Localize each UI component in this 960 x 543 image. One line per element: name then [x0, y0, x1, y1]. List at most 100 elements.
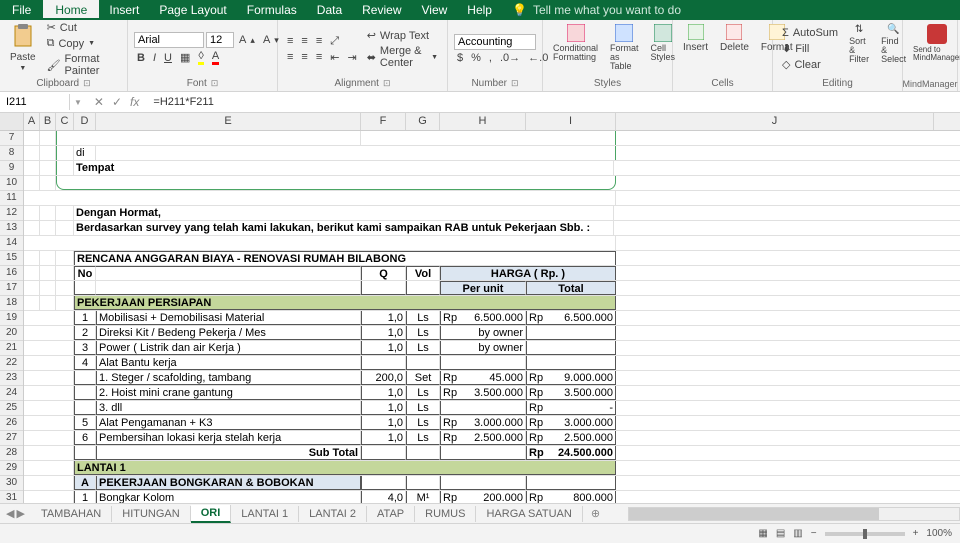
- align-center-button[interactable]: ≡: [298, 50, 310, 64]
- cell[interactable]: Ls: [406, 341, 440, 355]
- underline-button[interactable]: U: [161, 51, 175, 65]
- tab-review[interactable]: Review: [352, 0, 411, 20]
- increase-font-button[interactable]: A▴: [236, 33, 258, 47]
- fill-color-button[interactable]: ◊: [195, 49, 206, 66]
- font-color-button[interactable]: A: [209, 49, 222, 66]
- increase-indent-button[interactable]: ⇥: [344, 50, 359, 65]
- row-header[interactable]: 21: [0, 341, 23, 356]
- row-header[interactable]: 10: [0, 176, 23, 191]
- cell[interactable]: PEKERJAAN PERSIAPAN: [74, 296, 616, 310]
- view-page-layout-button[interactable]: ▤: [776, 528, 785, 539]
- launcher-icon[interactable]: ⊡: [211, 78, 219, 89]
- cell[interactable]: 4: [74, 356, 96, 370]
- orientation-button[interactable]: ⤢: [327, 34, 342, 49]
- sheet-tab[interactable]: TAMBAHAN: [31, 506, 112, 522]
- row-header[interactable]: 19: [0, 311, 23, 326]
- cut-button[interactable]: ✂Cut: [44, 20, 121, 35]
- cell[interactable]: Ls: [406, 401, 440, 415]
- th-vol[interactable]: Vol: [406, 266, 440, 280]
- col-header[interactable]: C: [56, 113, 74, 130]
- col-header[interactable]: J: [616, 113, 934, 130]
- cell[interactable]: 1,0: [361, 326, 406, 340]
- sheet-nav-next[interactable]: ▶: [16, 507, 24, 520]
- cell[interactable]: Dengan Hormat,: [74, 206, 614, 220]
- conditional-formatting-button[interactable]: Conditional Formatting: [549, 22, 602, 76]
- cell[interactable]: 1,0: [361, 401, 406, 415]
- row-header[interactable]: 7: [0, 131, 23, 146]
- row-header[interactable]: 31: [0, 491, 23, 503]
- col-header[interactable]: I: [526, 113, 616, 130]
- row-header[interactable]: 24: [0, 386, 23, 401]
- sheet-tab-active[interactable]: ORI: [191, 505, 232, 523]
- col-header[interactable]: A: [24, 113, 40, 130]
- cell[interactable]: di: [74, 146, 96, 160]
- cell[interactable]: by owner: [440, 326, 526, 340]
- cell[interactable]: M¹: [406, 491, 440, 503]
- tab-view[interactable]: View: [412, 0, 458, 20]
- cell[interactable]: Alat Pengamanan + K3: [96, 416, 361, 430]
- cell[interactable]: Bongkar Kolom: [96, 491, 361, 503]
- col-header[interactable]: G: [406, 113, 440, 130]
- row-header[interactable]: 26: [0, 416, 23, 431]
- row-header[interactable]: 17: [0, 281, 23, 296]
- row-header[interactable]: 22: [0, 356, 23, 371]
- fill-button[interactable]: ⬇Fill: [779, 41, 841, 56]
- number-format-select[interactable]: [454, 34, 536, 50]
- view-normal-button[interactable]: ▦: [758, 528, 767, 539]
- send-to-mindmanager-button[interactable]: Send to MindManager: [909, 22, 960, 76]
- align-bottom-button[interactable]: ≡: [313, 34, 325, 48]
- cell[interactable]: 1. Steger / scafolding, tambang: [96, 371, 361, 385]
- accounting-format-button[interactable]: $: [454, 51, 466, 65]
- align-right-button[interactable]: ≡: [313, 50, 325, 64]
- cell[interactable]: RENCANA ANGGARAN BIAYA - RENOVASI RUMAH …: [74, 251, 616, 265]
- border-button[interactable]: ▦: [177, 50, 193, 65]
- tab-page-layout[interactable]: Page Layout: [149, 0, 236, 20]
- tab-data[interactable]: Data: [307, 0, 352, 20]
- row-header[interactable]: 23: [0, 371, 23, 386]
- tab-home[interactable]: Home: [43, 0, 99, 20]
- row-header[interactable]: 8: [0, 146, 23, 161]
- font-name-select[interactable]: [134, 32, 204, 48]
- cell[interactable]: Direksi Kit / Bedeng Pekerja / Mes: [96, 326, 361, 340]
- row-header[interactable]: 16: [0, 266, 23, 281]
- cell[interactable]: Sub Total: [96, 446, 361, 460]
- namebox-dropdown[interactable]: ▼: [70, 98, 86, 107]
- italic-button[interactable]: I: [150, 51, 159, 65]
- row-header[interactable]: 25: [0, 401, 23, 416]
- align-left-button[interactable]: ≡: [284, 50, 296, 64]
- cell[interactable]: Set: [406, 371, 440, 385]
- row-header[interactable]: 15: [0, 251, 23, 266]
- cell[interactable]: Pembersihan lokasi kerja stelah kerja: [96, 431, 361, 445]
- row-header[interactable]: 14: [0, 236, 23, 251]
- cell[interactable]: 2. Hoist mini crane gantung: [96, 386, 361, 400]
- zoom-slider[interactable]: [825, 532, 905, 536]
- cell[interactable]: A: [74, 476, 96, 490]
- cells-area[interactable]: di Tempat Dengan Hormat, Berdasarkan sur…: [24, 131, 960, 503]
- th-total[interactable]: Total: [526, 281, 616, 295]
- merge-center-button[interactable]: ⬌Merge & Center▼: [364, 44, 441, 70]
- select-all-corner[interactable]: [0, 113, 24, 130]
- zoom-level[interactable]: 100%: [926, 528, 952, 539]
- cell[interactable]: Berdasarkan survey yang telah kami lakuk…: [74, 221, 614, 235]
- tab-formulas[interactable]: Formulas: [237, 0, 307, 20]
- sheet-tab[interactable]: RUMUS: [415, 506, 476, 522]
- cell[interactable]: Ls: [406, 386, 440, 400]
- spreadsheet-grid[interactable]: 7 8 9 10 11 12 13 14 15 16 17 18 19 20 2…: [0, 131, 960, 503]
- format-as-table-button[interactable]: Format as Table: [606, 22, 643, 76]
- decrease-indent-button[interactable]: ⇤: [327, 50, 342, 65]
- th-q[interactable]: Q: [361, 266, 406, 280]
- th-harga[interactable]: HARGA ( Rp. ): [440, 266, 616, 280]
- cell[interactable]: 2: [74, 326, 96, 340]
- th-no[interactable]: No: [74, 266, 96, 280]
- row-header[interactable]: 11: [0, 191, 23, 206]
- cell[interactable]: 6: [74, 431, 96, 445]
- col-header[interactable]: D: [74, 113, 96, 130]
- tell-me-search[interactable]: 💡 Tell me what you want to do: [502, 0, 691, 20]
- cell[interactable]: 1,0: [361, 386, 406, 400]
- tab-help[interactable]: Help: [457, 0, 502, 20]
- cell[interactable]: Mobilisasi + Demobilisasi Material: [96, 311, 361, 325]
- sheet-tab[interactable]: LANTAI 2: [299, 506, 367, 522]
- cell[interactable]: 1,0: [361, 416, 406, 430]
- zoom-out-button[interactable]: −: [811, 528, 817, 539]
- cell[interactable]: LANTAI 1: [74, 461, 616, 475]
